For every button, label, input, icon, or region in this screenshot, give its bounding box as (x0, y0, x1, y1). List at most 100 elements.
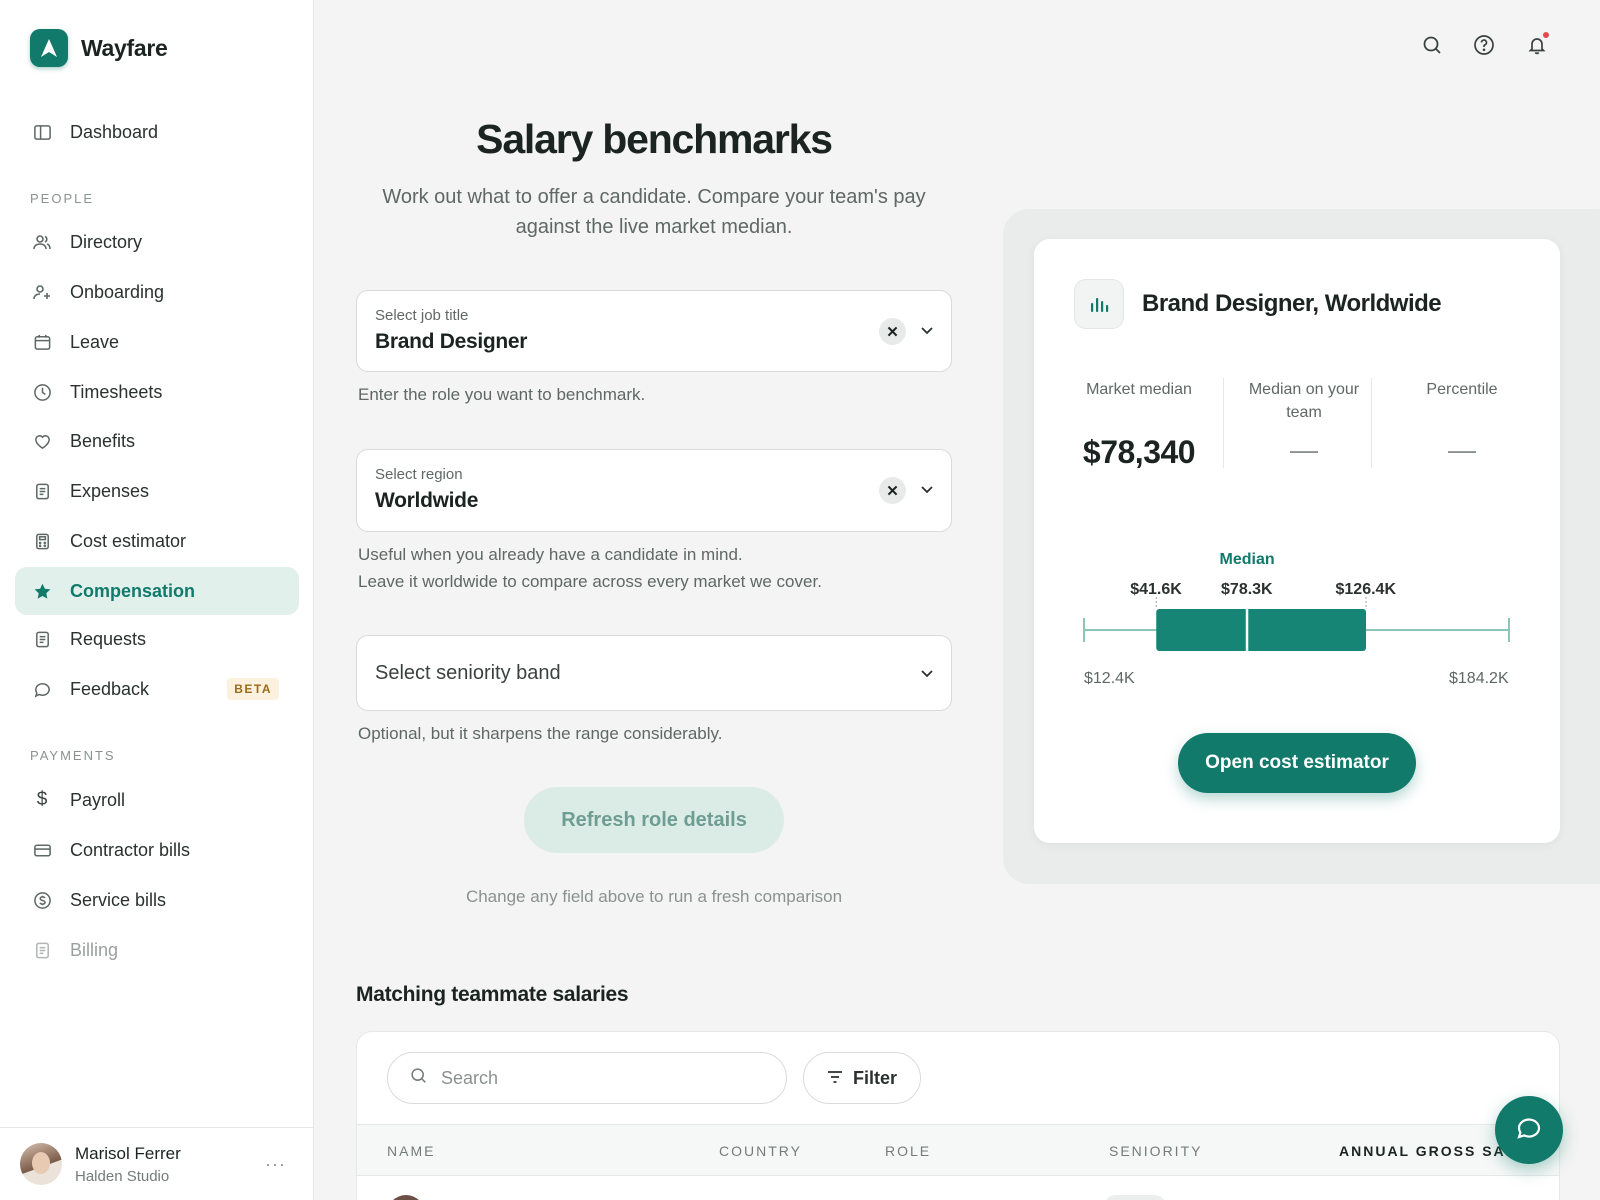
region-select[interactable]: Select region Worldwide ✕ (356, 449, 952, 532)
sidebar-item-contractor-bills[interactable]: Contractor bills (15, 826, 299, 874)
brand-name: Wayfare (81, 34, 168, 61)
table-header: NAME COUNTRY ROLE SENIORITY ANNUAL GROSS… (357, 1124, 1559, 1176)
sidebar-item-benefits[interactable]: Benefits (15, 417, 299, 465)
notification-dot (1543, 32, 1549, 38)
sidebar-item-service-bills[interactable]: Service bills (15, 876, 299, 924)
job-title-label: Select job title (375, 307, 469, 324)
column-header-name[interactable]: NAME (387, 1143, 435, 1159)
sidebar-item-label: Contractor bills (70, 839, 191, 860)
users-icon (32, 232, 52, 252)
avatar (387, 1195, 425, 1200)
layout-icon (32, 122, 52, 142)
sidebar-item-label: Cost estimator (70, 530, 187, 551)
salary-range-plot (1083, 597, 1510, 651)
open-cost-estimator-button[interactable]: Open cost estimator (1178, 733, 1416, 793)
star-icon (32, 581, 52, 601)
credit-card-icon (32, 840, 52, 860)
brand[interactable]: Wayfare (30, 29, 168, 67)
chat-support-button[interactable] (1495, 1096, 1563, 1164)
sidebar-item-cost-estimator[interactable]: Cost estimator (15, 517, 299, 565)
interquartile-box (1156, 609, 1367, 651)
coin-icon (32, 890, 52, 910)
bell-icon[interactable] (1524, 32, 1550, 58)
user-org: Halden Studio (75, 1167, 170, 1185)
benchmark-card: Brand Designer, Worldwide Market median … (1034, 239, 1560, 843)
payments-section-label: PAYMENTS (30, 748, 116, 763)
chevron-down-icon[interactable] (919, 481, 935, 497)
receipt-icon (32, 481, 52, 501)
sidebar-item-requests[interactable]: Requests (15, 615, 299, 663)
user-plus-icon (32, 282, 52, 302)
refresh-role-button[interactable]: Refresh role details (524, 787, 784, 853)
region-label: Select region (375, 466, 463, 483)
avatar (20, 1143, 62, 1185)
calendar-icon (32, 332, 52, 352)
sidebar-item-label: Compensation (70, 580, 196, 601)
p75-label: $126.4K (1335, 581, 1397, 598)
sidebar-item-label: Directory (70, 231, 143, 252)
clock-icon (32, 382, 52, 402)
sidebar-item-label: Billing (70, 939, 119, 960)
wayfare-logo-icon (30, 29, 68, 67)
page-subtitle: Work out what to offer a candidate. Comp… (382, 186, 926, 238)
search-input[interactable]: Search (387, 1052, 787, 1104)
job-title-value: Brand Designer (375, 330, 528, 353)
people-section-label: PEOPLE (30, 191, 95, 206)
beta-badge: BETA (227, 678, 279, 700)
sidebar-item-label: Onboarding (70, 281, 165, 302)
filter-icon (827, 1068, 843, 1089)
sidebar-item-onboarding[interactable]: Onboarding (15, 268, 299, 316)
chevron-down-icon[interactable] (919, 322, 935, 338)
region-help-2: Leave it worldwide to compare across eve… (358, 572, 822, 591)
search-icon[interactable] (1419, 32, 1445, 58)
calculator-icon (32, 531, 52, 551)
max-label: $184.2K (1449, 670, 1509, 687)
sidebar-item-label: Requests (70, 628, 147, 649)
chat-bubble-icon (32, 679, 52, 699)
column-header-country[interactable]: COUNTRY (719, 1143, 802, 1159)
more-options-icon[interactable]: ··· (265, 1154, 286, 1175)
job-title-help: Enter the role you want to benchmark. (358, 385, 646, 404)
sidebar-item-label: Benefits (70, 430, 136, 451)
region-value: Worldwide (375, 489, 479, 512)
help-icon[interactable] (1471, 32, 1497, 58)
search-placeholder: Search (441, 1067, 499, 1088)
user-name: Marisol Ferrer (75, 1143, 181, 1163)
sidebar-item-compensation[interactable]: Compensation (15, 567, 299, 615)
clear-icon[interactable]: ✕ (879, 477, 906, 504)
user-profile[interactable]: Marisol Ferrer Halden Studio ··· (0, 1127, 314, 1200)
document-icon (32, 629, 52, 649)
sidebar-item-leave[interactable]: Leave (15, 318, 299, 366)
filter-button[interactable]: Filter (803, 1052, 921, 1104)
column-header-seniority[interactable]: SENIORITY (1109, 1143, 1202, 1159)
sidebar-item-label: Timesheets (70, 381, 163, 402)
seniority-select[interactable]: Select seniority band (356, 635, 952, 711)
refresh-hint: Change any field above to run a fresh co… (465, 887, 843, 906)
sidebar-item-dashboard[interactable]: Dashboard (15, 108, 299, 156)
seniority-placeholder: Select seniority band (375, 662, 561, 684)
sidebar-item-timesheets[interactable]: Timesheets (15, 368, 299, 416)
column-header-role[interactable]: ROLE (885, 1143, 931, 1159)
page-title: Salary benchmarks (476, 116, 833, 162)
sidebar-item-payroll[interactable]: $ Payroll (15, 776, 299, 824)
sidebar-item-label: Service bills (70, 889, 167, 910)
clear-icon[interactable]: ✕ (879, 318, 906, 345)
median-label: $78.3K (1221, 581, 1273, 598)
sidebar-item-expenses[interactable]: Expenses (15, 467, 299, 515)
sidebar-item-billing[interactable]: Billing (15, 926, 299, 974)
min-label: $12.4K (1084, 670, 1135, 687)
salaries-table: Search Filter NAME COUNTRY ROLE SENIORIT… (356, 1031, 1560, 1200)
sidebar-item-directory[interactable]: Directory (15, 218, 299, 266)
sidebar-item-label: Expenses (70, 480, 150, 501)
sidebar-item-label: Payroll (70, 789, 126, 810)
p25-label: $41.6K (1130, 581, 1182, 598)
heart-icon (32, 431, 52, 451)
table-section-title: Matching teammate salaries (356, 983, 629, 1006)
job-title-select[interactable]: Select job title Brand Designer ✕ (356, 290, 952, 372)
chat-bubble-icon (1515, 1114, 1543, 1147)
chevron-down-icon[interactable] (919, 665, 935, 681)
sidebar-item-label: Feedback (70, 678, 150, 699)
sidebar-item-feedback[interactable]: Feedback BETA (15, 665, 299, 713)
dollar-icon: $ (36, 789, 48, 810)
seniority-help: Optional, but it sharpens the range cons… (358, 724, 723, 743)
